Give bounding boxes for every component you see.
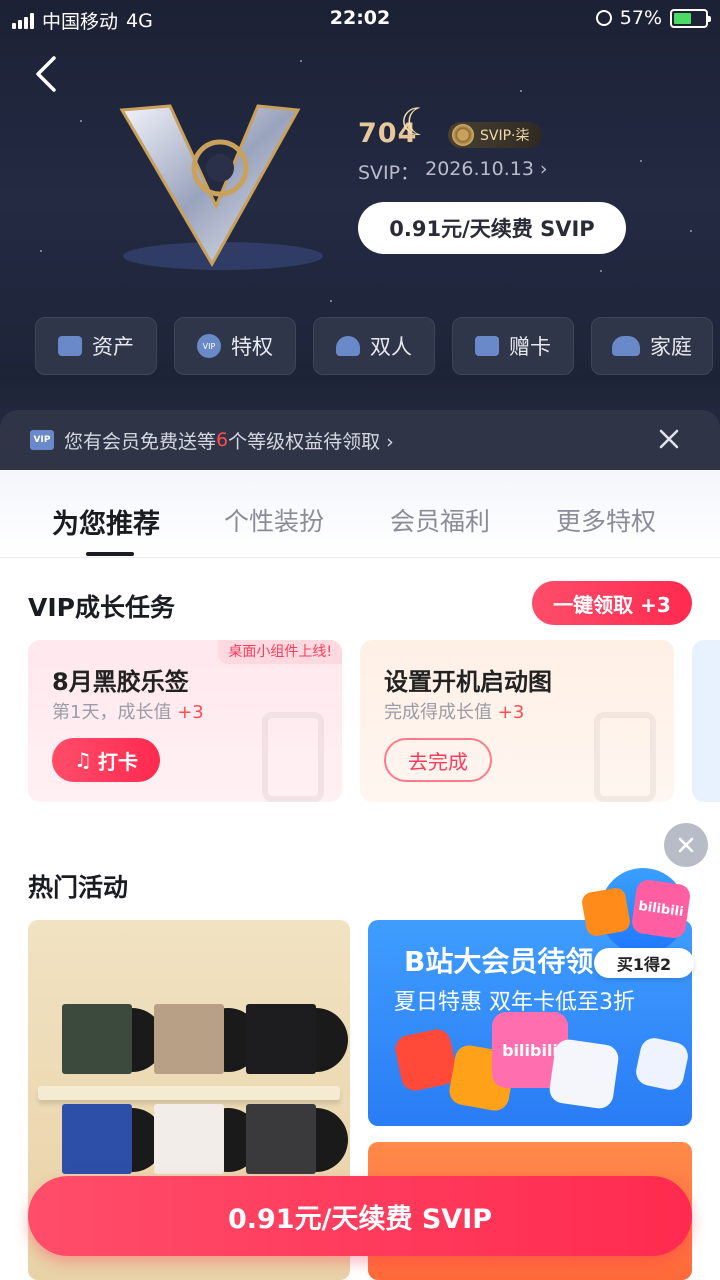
music-note-icon: ♫	[74, 748, 92, 772]
quick-family-button[interactable]: 家庭	[591, 317, 713, 375]
album-cover	[62, 1104, 132, 1174]
quick-gift-card-button[interactable]: 赠卡	[452, 317, 574, 375]
album-cover	[246, 1004, 316, 1074]
close-icon	[678, 837, 694, 853]
wallet-icon	[58, 336, 82, 356]
expiry-date: 2026.10.13	[425, 158, 534, 180]
content-panel: 为您推荐 个性装扮 会员福利 更多特权 VIP成长任务 一键领取 +3 桌面小组…	[0, 470, 720, 1280]
quick-label: 双人	[370, 335, 412, 359]
badge-label: SVIP·柒	[480, 128, 530, 144]
task-card-splash[interactable]: 设置开机启动图 完成得成长值 +3 去完成	[360, 640, 674, 802]
quick-privilege-button[interactable]: VIP 特权	[174, 317, 296, 375]
buy-one-get-two-tag: 买1得2	[594, 948, 694, 978]
float-close-button[interactable]	[664, 823, 708, 867]
svip-logo	[119, 104, 323, 270]
task-subtitle: 第1天，成长值 +3	[52, 702, 204, 723]
rotation-lock-icon	[595, 10, 612, 26]
album-cover	[246, 1104, 316, 1174]
quick-assets-button[interactable]: 资产	[35, 317, 157, 375]
tab-indicator	[86, 552, 134, 556]
widget-tag: 桌面小组件上线!	[218, 640, 342, 664]
coin-icon	[452, 124, 474, 146]
album-cover	[62, 1004, 132, 1074]
notice-count: 6	[216, 429, 229, 451]
app-icon	[392, 1026, 460, 1094]
notice-text-after: 个等级权益待领取 ›	[228, 430, 394, 453]
battery-percent: 57%	[619, 7, 662, 29]
check-in-label: 打卡	[97, 749, 138, 774]
checklist-icon	[262, 712, 324, 802]
person-icon	[336, 336, 360, 356]
quick-label: 特权	[231, 335, 273, 359]
tab-benefits[interactable]: 会员福利	[390, 502, 490, 538]
mango-tv-icon	[580, 886, 632, 938]
task-card-partial[interactable]	[692, 640, 720, 802]
task-title: 8月黑胶乐签	[52, 668, 189, 696]
vip-icon: VIP	[197, 334, 221, 358]
status-bar: 中国移动 4G 22:02 57%	[0, 0, 720, 38]
task-subtitle: 完成得成长值 +3	[384, 702, 525, 723]
album-cover	[154, 1004, 224, 1074]
renew-button[interactable]: 0.91元/天续费 SVIP	[358, 202, 626, 254]
check-in-button[interactable]: ♫ 打卡	[52, 738, 160, 782]
tab-recommend[interactable]: 为您推荐	[52, 502, 160, 541]
vip-card-icon: VIP	[30, 430, 54, 450]
tab-decoration[interactable]: 个性装扮	[224, 502, 324, 538]
close-icon[interactable]	[656, 426, 682, 452]
expiry-label: SVIP：	[358, 162, 420, 184]
svip-level-badge[interactable]: SVIP·柒	[448, 122, 542, 148]
floating-promo[interactable]: bilibili 买1得2	[580, 868, 702, 988]
go-complete-button[interactable]: 去完成	[384, 738, 492, 782]
back-arrow-icon[interactable]	[30, 52, 66, 96]
quick-duo-button[interactable]: 双人	[313, 317, 435, 375]
album-cover	[154, 1104, 224, 1174]
app-icon	[633, 1035, 691, 1093]
moon-icon: ☾	[400, 100, 435, 144]
tab-bar: 为您推荐 个性装扮 会员福利 更多特权	[0, 470, 720, 558]
shelf	[38, 1086, 340, 1100]
quick-actions: 资产 VIP 特权 双人 赠卡 家庭	[35, 317, 713, 375]
bottom-renew-button[interactable]: 0.91元/天续费 SVIP	[28, 1176, 692, 1256]
expiry-info[interactable]: SVIP： 2026.10.13 ›	[358, 158, 548, 185]
app-icon	[547, 1037, 621, 1111]
battery-icon	[670, 8, 711, 28]
quick-label: 家庭	[650, 335, 692, 359]
gift-card-icon	[475, 336, 499, 356]
task-card-vinyl[interactable]: 桌面小组件上线! 8月黑胶乐签 第1天，成长值 +3 ♫ 打卡	[28, 640, 342, 802]
hero-header: 中国移动 4G 22:02 57% 704 ☾ SVIP·柒 SVIP： 202…	[0, 0, 720, 500]
privilege-notice[interactable]: VIP 您有会员免费送等 6 个等级权益待领取 ›	[0, 410, 720, 470]
task-title: 设置开机启动图	[384, 668, 552, 696]
chevron-right-icon: ›	[539, 158, 548, 180]
quick-label: 资产	[92, 335, 134, 359]
bilibili-icon: bilibili	[630, 878, 692, 940]
notice-text-before: 您有会员免费送等	[64, 430, 217, 453]
section-title-growth-tasks: VIP成长任务	[28, 593, 175, 622]
activity-title: B站大会员待领	[404, 945, 594, 978]
family-icon	[612, 336, 640, 356]
section-title-hot-activities: 热门活动	[28, 873, 129, 902]
image-icon	[594, 712, 656, 802]
claim-all-button[interactable]: 一键领取 +3	[532, 581, 692, 625]
quick-label: 赠卡	[509, 335, 551, 359]
tab-more-privileges[interactable]: 更多特权	[556, 502, 656, 538]
